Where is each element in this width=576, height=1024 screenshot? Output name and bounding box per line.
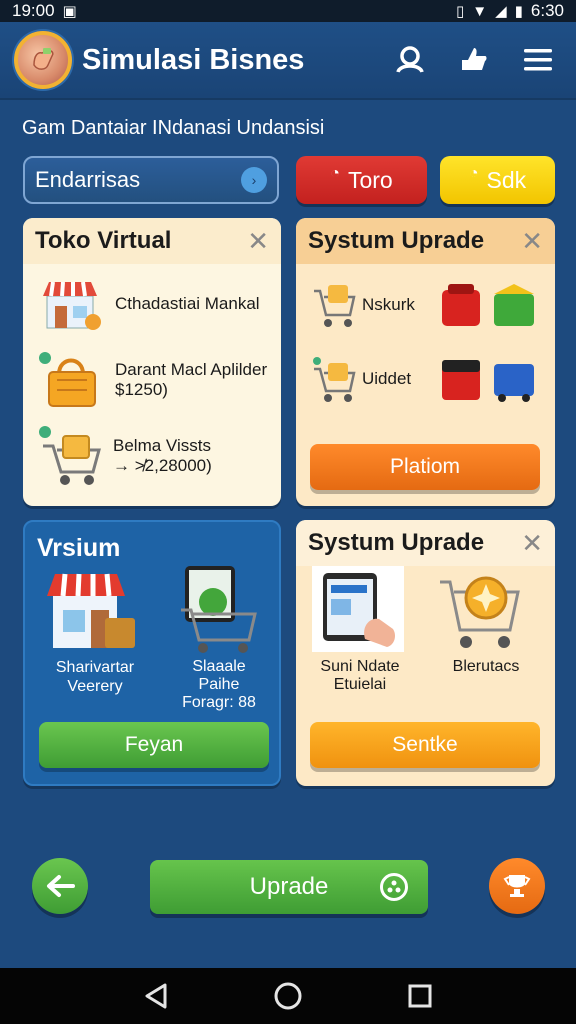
status-time-right: 6:30 — [530, 1, 564, 20]
systum-item-1-line1: Suni Ndate — [320, 658, 400, 675]
status-time-left: 19:00 — [12, 1, 55, 20]
battery-icon: ▮ — [514, 2, 523, 20]
status-bar: 19:00 ▣ ▯ ▼ ◢ ▮ 6:30 — [0, 0, 576, 22]
toko-row-3[interactable]: Belma Vissts → ≯2,28000) — [37, 424, 212, 488]
bags-icon — [442, 284, 534, 326]
vrsium-item-1-line2: Veerery — [67, 678, 123, 695]
toko-row-2[interactable]: Darant Macl Aplilder $1250) — [37, 350, 267, 410]
rate-button[interactable] — [450, 36, 498, 84]
coin-icon: ◔ — [468, 165, 479, 182]
page-subtitle: Gam Dantaiar INdanasi Undansisi — [22, 117, 325, 139]
vrsium-card: Vrsium Sharivartar Veerery Slaaale Paihe… — [23, 520, 281, 786]
nav-back-button[interactable] — [136, 976, 176, 1016]
systum-row-2-label: Uiddet — [362, 369, 412, 388]
settings-circle-icon — [380, 873, 408, 901]
trophy-button[interactable] — [489, 858, 545, 914]
tablet-cart-icon — [181, 566, 257, 653]
toro-label: Toro — [347, 166, 393, 193]
systum-row-2[interactable]: Uiddet — [312, 354, 538, 404]
systum-row-1-label: Nskurk — [362, 295, 415, 314]
vrsium-item-2-text: Slaaale Paihe Foragr: 88 — [159, 658, 279, 712]
shopping-basket-icon — [39, 352, 96, 407]
notification-icon: ▣ — [62, 2, 77, 20]
toko-virtual-header: Toko Virtual ✕ — [23, 218, 281, 264]
systum-uprade-card-1: Systum Uprade ✕ Nskurk Uiddet Platiom — [296, 218, 555, 506]
equipment-icon — [442, 360, 534, 402]
feyan-button[interactable]: Feyan — [39, 722, 269, 768]
avatar[interactable] — [14, 31, 72, 89]
systum-uprade-title-2: Systum Uprade — [308, 529, 485, 556]
back-button[interactable] — [32, 858, 88, 914]
tablet-hand-icon — [323, 573, 395, 647]
systum-item-1[interactable] — [312, 566, 404, 652]
shop-building-icon — [47, 573, 135, 648]
vrsium-item-1-line1: Sharivartar — [55, 659, 135, 676]
system-nav-bar — [0, 968, 576, 1024]
signal-icon: ◢ — [495, 2, 507, 20]
systum-uprade-title-1: Systum Uprade — [308, 227, 485, 254]
cart-icon — [313, 357, 356, 402]
toko-row-2-line2: $1250) — [115, 380, 168, 399]
toko-virtual-title: Toko Virtual — [35, 227, 172, 254]
cart-coin-icon — [440, 576, 520, 648]
user-icon — [396, 46, 424, 73]
storefront-icon — [43, 281, 101, 330]
close-icon[interactable]: ✕ — [521, 528, 543, 559]
systum-row-1[interactable]: Nskurk — [312, 280, 538, 330]
systum-item-1-line2: Etuielai — [333, 676, 387, 693]
toko-row-3-line2: → ≯2,28000) — [113, 456, 212, 475]
wifi-icon: ▼ — [472, 2, 488, 20]
dropdown-value: Endarrisas — [35, 167, 141, 192]
close-icon[interactable]: ✕ — [521, 226, 543, 257]
vrsium-item-1[interactable] — [47, 568, 147, 657]
systum-uprade-header-1: Systum Uprade ✕ — [296, 218, 555, 264]
vrsium-item-2[interactable] — [179, 564, 259, 659]
cart-gold-icon — [314, 285, 356, 327]
toko-row-1-line1: Cthadastiai Mankal — [115, 294, 260, 313]
app-header: Simulasi Bisnes — [0, 22, 576, 100]
chevron-right-icon: › — [241, 167, 267, 193]
systum-item-1-text: Suni Ndate Etuielai — [304, 658, 416, 694]
close-icon[interactable]: ✕ — [247, 226, 269, 257]
toko-row-3-line1: Belma Vissts — [113, 436, 211, 455]
toko-row-1[interactable]: Cthadastiai Mankal — [39, 276, 260, 332]
profile-button[interactable] — [386, 36, 434, 84]
circle-home-icon — [274, 982, 302, 1010]
hamburger-menu-icon — [524, 49, 552, 71]
upgrade-label: Uprade — [249, 873, 329, 900]
triangle-back-icon — [145, 983, 167, 1009]
menu-button[interactable] — [514, 36, 562, 84]
systum-item-2[interactable] — [438, 570, 524, 659]
app-title: Simulasi Bisnes — [82, 43, 305, 76]
sdk-label: Sdk — [486, 166, 527, 193]
vibrate-icon: ▯ — [455, 2, 465, 20]
clock-icon: ◔ — [330, 165, 340, 182]
category-dropdown[interactable]: Endarrisas › — [23, 156, 279, 204]
systum-item-2-label: Blerutacs — [452, 658, 520, 675]
trophy-icon — [503, 875, 531, 897]
vrsium-item-2-line2: Paihe — [198, 676, 240, 693]
sdk-button[interactable]: ◔ Sdk — [440, 156, 555, 204]
systum-uprade-header-2: Systum Uprade ✕ — [296, 520, 555, 566]
square-recents-icon — [408, 984, 432, 1008]
upgrade-button[interactable]: Uprade — [150, 860, 428, 914]
nav-recents-button[interactable] — [400, 976, 440, 1016]
vrsium-item-1-text: Sharivartar Veerery — [35, 658, 155, 696]
sentke-button[interactable]: Sentke — [310, 722, 540, 768]
hand-icon — [33, 48, 54, 70]
arrow-left-icon — [47, 875, 75, 897]
toko-row-2-line1: Darant Macl Aplilder — [115, 360, 268, 379]
vrsium-item-2-line1: Slaaale — [192, 658, 246, 675]
shopping-cart-icon — [39, 426, 101, 485]
vrsium-title: Vrsium — [37, 534, 121, 562]
toko-virtual-card: Toko Virtual ✕ Cthadastiai Mankal Darant… — [23, 218, 281, 506]
platiom-button[interactable]: Platiom — [310, 444, 540, 490]
systum-uprade-card-2: Systum Uprade ✕ Suni Ndate Etuielai Bler… — [296, 520, 555, 786]
toro-button[interactable]: ◔ Toro — [296, 156, 427, 204]
thumbs-up-icon — [462, 48, 487, 70]
nav-home-button[interactable] — [268, 976, 308, 1016]
vrsium-item-2-line3: Foragr: 88 — [182, 694, 256, 711]
